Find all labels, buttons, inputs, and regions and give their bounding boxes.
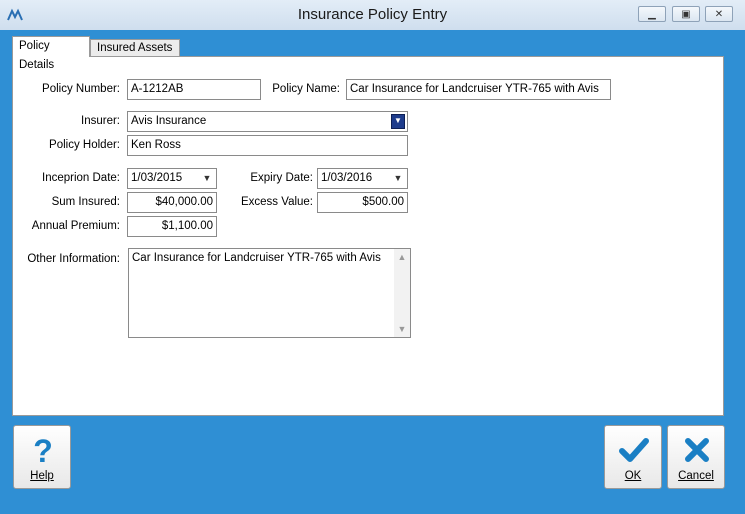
ok-button[interactable]: OK [604,425,662,489]
insurer-label: Insurer: [81,115,120,127]
tab-policy-details[interactable]: Policy Details [12,36,90,71]
restore-icon: ▣ [681,9,691,20]
app-window: Insurance Policy Entry ▁ ▣ ✕ Policy Deta… [0,0,745,514]
policy-name-input[interactable]: Car Insurance for Landcruiser YTR-765 wi… [346,79,611,100]
question-mark-icon: ? [33,434,53,466]
inception-date-label: Inceprion Date: [42,172,120,184]
sum-insured-label: Sum Insured: [51,196,120,208]
scroll-down-icon[interactable]: ▼ [394,324,410,334]
svg-text:?: ? [33,434,53,466]
close-button[interactable]: ✕ [705,6,733,22]
window-title: Insurance Policy Entry [297,6,448,23]
inception-date-value: 1/03/2015 [131,172,183,184]
annual-premium-label: Annual Premium: [31,220,120,232]
expiry-date-label: Expiry Date: [250,172,313,184]
excess-value-input[interactable]: $500.00 [317,192,408,213]
policy-name-label: Policy Name: [272,83,340,95]
annual-premium-input[interactable]: $1,100.00 [127,216,217,237]
policy-holder-label: Policy Holder: [49,139,120,151]
sum-insured-input[interactable]: $40,000.00 [127,192,217,213]
title-bar[interactable]: Insurance Policy Entry ▁ ▣ ✕ [0,0,745,30]
minimize-button[interactable]: ▁ [638,6,666,22]
insurer-value: Avis Insurance [131,115,207,127]
tab-strip: Policy Details Insured Assets [12,36,724,71]
scroll-up-icon[interactable]: ▲ [394,252,410,262]
close-icon: ✕ [714,9,724,20]
cancel-button[interactable]: Cancel [667,425,725,489]
policy-holder-input[interactable]: Ken Ross [127,135,408,156]
restore-button[interactable]: ▣ [672,6,700,22]
help-label: Help [30,470,54,482]
insurer-combo[interactable]: Avis Insurance ▼ [127,111,408,132]
checkmark-icon [619,438,649,462]
other-information-label: Other Information: [27,253,120,265]
policy-details-panel [12,56,724,416]
x-mark-icon [685,438,709,462]
chevron-down-icon[interactable]: ▼ [199,170,215,187]
excess-value-label: Excess Value: [240,196,313,208]
expiry-date-value: 1/03/2016 [321,172,373,184]
inception-date-picker[interactable]: 1/03/2015 ▼ [127,168,217,189]
insurer-dropdown-button[interactable]: ▼ [391,114,405,129]
policy-number-label: Policy Number: [42,83,120,95]
chevron-down-icon: ▼ [394,116,402,125]
other-information-textarea[interactable]: Car Insurance for Landcruiser YTR-765 wi… [128,248,411,338]
policy-number-input[interactable]: A-1212AB [127,79,261,100]
memo-scrollbar[interactable]: ▲ ▼ [394,249,410,337]
minimize-icon: ▁ [648,9,656,20]
tab-insured-assets[interactable]: Insured Assets [90,39,180,57]
other-information-value: Car Insurance for Landcruiser YTR-765 wi… [132,252,381,264]
ok-label: OK [624,470,642,482]
cancel-label: Cancel [678,470,714,482]
help-button[interactable]: ? Help [13,425,71,489]
chevron-down-icon[interactable]: ▼ [390,170,406,187]
expiry-date-picker[interactable]: 1/03/2016 ▼ [317,168,408,189]
